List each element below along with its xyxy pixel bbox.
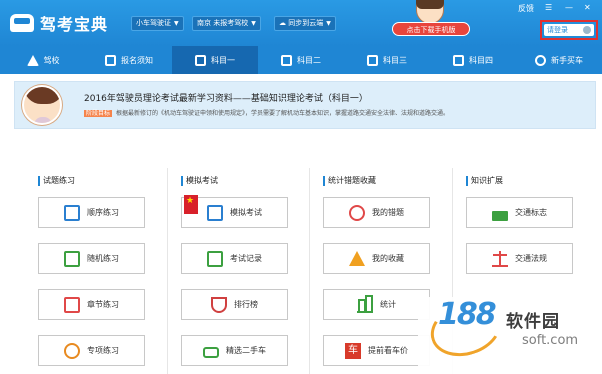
exam-records-button[interactable]: 考试记录 [181,243,288,274]
star-ribbon-icon [184,195,198,214]
app-logo: 驾考宝典 [10,11,108,35]
banner-description: 阶段目标 根据最新修订的《机动车驾驶证申领和使用规定》，学员需要了解机动车基本知识… [84,110,450,117]
main-nav: 驾校 报名须知 科目一 科目二 科目三 科目四 新手买车 [0,46,602,74]
user-icon [583,26,591,34]
download-mobile-button[interactable]: 点击下载手机版 [392,22,470,36]
column-divider [167,168,168,374]
nav-buy-car[interactable]: 新手买车 [516,46,602,74]
error-x-icon [349,204,365,221]
scale-icon [492,250,508,267]
home-icon [26,54,39,66]
avatar [22,85,62,125]
menu-icon[interactable]: ☰ [545,3,552,12]
nav-subject-three[interactable]: 科目三 [344,46,430,74]
list-icon [64,204,80,221]
nav-subject-one[interactable]: 科目一 [172,46,258,74]
nav-subject-four[interactable]: 科目四 [430,46,516,74]
exam-edit-icon [207,204,223,221]
driving-school-dropdown[interactable]: 南京 未报考驾校 ▼ [192,16,261,31]
chevron-down-icon: ▼ [326,20,331,27]
car-icon [367,54,378,66]
my-mistakes-button[interactable]: 我的错题 [323,197,430,228]
star-icon [349,251,365,266]
edit-icon [195,54,206,66]
login-area: 请登录 [540,20,598,40]
target-icon [64,342,80,359]
steering-wheel-icon [535,54,546,66]
banner-title: 2016年驾驶员理论考试最新学习资料——基础知识理论考试（科目一） [84,94,368,104]
chapter-practice-button[interactable]: 章节练习 [38,289,145,320]
leaderboard-button[interactable]: 排行榜 [181,289,288,320]
cloud-icon: ☁ [279,19,289,27]
nav-registration[interactable]: 报名须知 [86,46,172,74]
used-cars-button[interactable]: 精选二手车 [181,335,288,366]
section-exam-title: 模拟考试 [181,176,218,186]
watermark: 188 软件园 soft.com [418,297,602,374]
random-practice-button[interactable]: 随机练习 [38,243,145,274]
feedback-link[interactable]: 反馈 [518,3,534,14]
license-type-dropdown[interactable]: 小车驾驶证 ▼ [131,16,184,31]
section-stats-title: 统计错题收藏 [323,176,376,186]
column-divider [309,168,310,374]
chevron-down-icon: ▼ [251,20,256,27]
section-knowledge-title: 知识扩展 [466,176,503,186]
chevron-down-icon: ▼ [174,20,179,27]
car-logo-icon [10,14,34,32]
traffic-signs-button[interactable]: 交通标志 [466,197,573,228]
car-price-button[interactable]: 车提前看车价 [323,335,430,366]
trophy-icon [211,296,227,313]
special-practice-button[interactable]: 专项练习 [38,335,145,366]
statistics-button[interactable]: 统计 [323,289,430,320]
cloud-sync-dropdown[interactable]: ☁ 同步到云端 ▼ [274,16,336,31]
stage-goal-badge: 阶段目标 [84,110,113,117]
app-title: 驾考宝典 [40,15,109,34]
watermark-name: 软件园 [506,312,560,332]
car-icon [203,347,219,358]
nav-driving-school[interactable]: 驾校 [0,46,86,74]
close-icon[interactable]: ✕ [584,3,591,12]
cone-icon [281,54,292,66]
minimize-icon[interactable]: — [565,3,573,12]
sequential-practice-button[interactable]: 顺序练习 [38,197,145,228]
traffic-laws-button[interactable]: 交通法规 [466,243,573,274]
shuffle-icon [64,250,80,267]
nav-subject-two[interactable]: 科目二 [258,46,344,74]
mascot-icon [413,0,447,24]
document-icon [105,54,116,66]
watermark-number: 188 [438,297,497,332]
traffic-sign-icon [492,210,508,221]
clipboard-icon [64,296,80,313]
bar-chart-icon [357,294,373,313]
login-button[interactable]: 请登录 [544,24,594,36]
my-favorites-button[interactable]: 我的收藏 [323,243,430,274]
info-banner [14,81,596,129]
car-price-icon: 车 [345,342,361,359]
record-icon [207,250,223,267]
book-icon [453,54,464,66]
watermark-url: soft.com [522,333,579,348]
section-practice-title: 试题练习 [38,176,75,186]
